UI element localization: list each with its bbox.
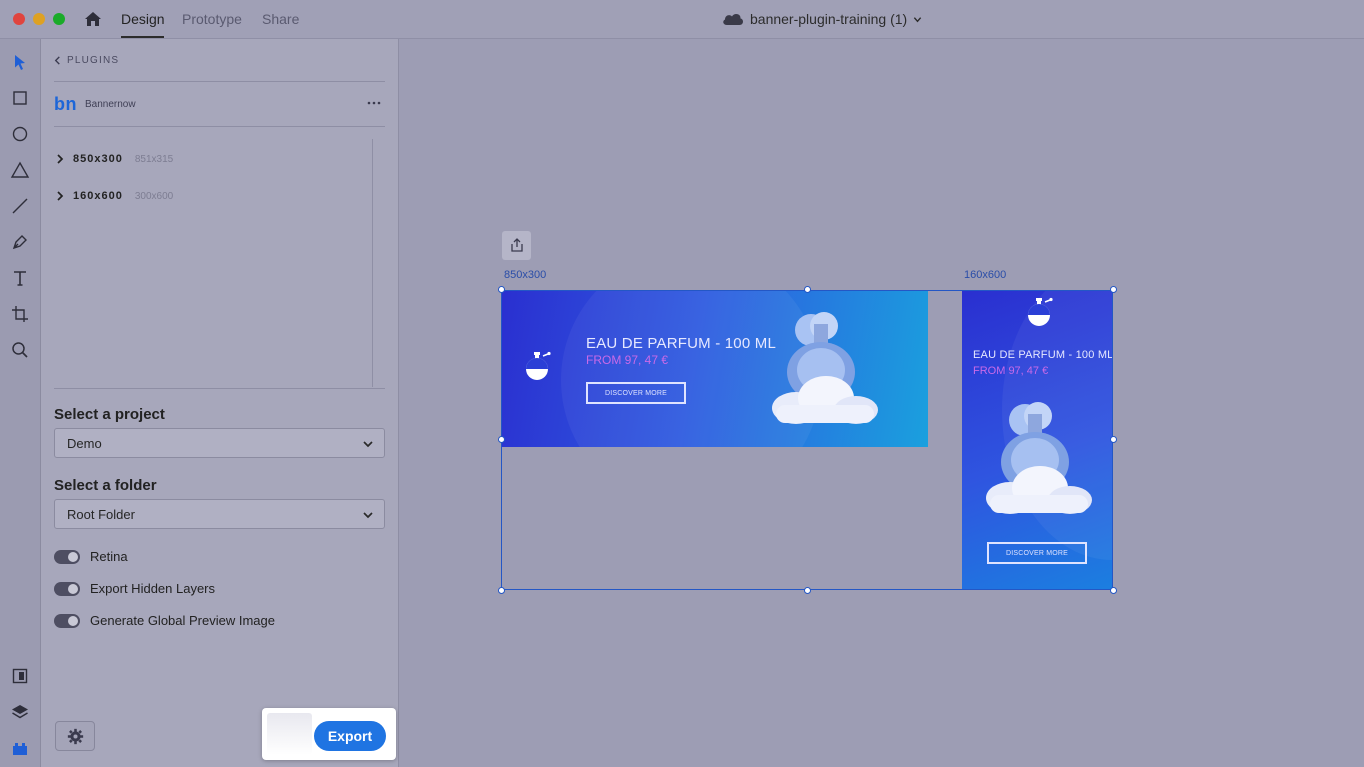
project-label: Select a project (54, 406, 165, 423)
artboard-tool-icon[interactable] (10, 304, 30, 324)
close-window-button[interactable] (13, 13, 25, 25)
rectangle-tool-icon[interactable] (10, 88, 30, 108)
share-artboard-button[interactable] (502, 231, 531, 260)
retina-toggle[interactable] (54, 549, 80, 564)
chevron-down-icon (363, 441, 373, 448)
banner-headline: EAU DE PARFUM - 100 ML (973, 349, 1113, 361)
folder-select[interactable]: Root Folder (54, 499, 385, 529)
export-hidden-layers-label: Export Hidden Layers (90, 581, 216, 596)
plugins-panel-icon[interactable] (10, 738, 30, 758)
title-bar: Design Prototype Share banner-plugin-tra… (0, 0, 1364, 39)
zoom-window-button[interactable] (53, 13, 65, 25)
folder-label: Select a folder (54, 477, 157, 494)
folder-select-value: Root Folder (67, 507, 135, 522)
chevron-down-icon (914, 16, 922, 22)
bannernow-logo: bn (54, 94, 77, 114)
export-highlight: Export (262, 708, 396, 760)
artboard-tree: 850x300 851x315 160x600 300x600 (54, 139, 385, 387)
back-to-plugins-link[interactable]: PLUGINS (54, 55, 119, 66)
export-button[interactable]: Export (314, 721, 386, 751)
layers-panel-icon[interactable] (10, 702, 30, 722)
tools-toolbar (0, 39, 41, 767)
tree-item-name: 850x300 (73, 153, 123, 165)
discover-more-button: DISCOVER MORE (586, 382, 686, 404)
chevron-right-icon (57, 191, 64, 201)
export-hidden-layers-toggle-row[interactable]: Export Hidden Layers (54, 581, 215, 596)
chevron-down-icon (363, 512, 373, 519)
document-title-text: banner-plugin-training (1) (750, 11, 908, 27)
back-label: PLUGINS (67, 55, 120, 66)
line-tool-icon[interactable] (10, 196, 30, 216)
minimize-window-button[interactable] (33, 13, 45, 25)
tab-share[interactable]: Share (262, 11, 299, 27)
project-select[interactable]: Demo (54, 428, 385, 458)
banner-price: FROM 97, 47 € (973, 365, 1049, 377)
project-select-value: Demo (67, 436, 102, 451)
banner-headline: EAU DE PARFUM - 100 ML (586, 335, 776, 352)
fade-overlay (267, 713, 312, 755)
active-tab-indicator (121, 36, 164, 38)
retina-toggle-row[interactable]: Retina (54, 549, 128, 564)
resize-handle[interactable] (1110, 286, 1117, 293)
settings-button[interactable] (55, 721, 95, 751)
plugin-header: bn Bannernow (54, 94, 136, 115)
tab-prototype[interactable]: Prototype (182, 11, 242, 27)
text-tool-icon[interactable] (10, 268, 30, 288)
resize-handle[interactable] (804, 587, 811, 594)
polygon-tool-icon[interactable] (10, 160, 30, 180)
home-icon[interactable] (83, 9, 103, 29)
design-canvas[interactable]: 850x300 160x600 EAU DE PARFUM - 100 ML F… (399, 39, 1364, 767)
assets-panel-icon[interactable] (10, 666, 30, 686)
share-icon (511, 238, 523, 252)
scrollbar-track[interactable] (372, 139, 373, 387)
resize-handle[interactable] (1110, 587, 1117, 594)
tree-item-size: 300x600 (134, 190, 174, 202)
discover-more-button: DISCOVER MORE (987, 542, 1087, 564)
tab-design[interactable]: Design (121, 11, 165, 27)
cloud-icon (723, 14, 744, 25)
global-preview-toggle[interactable] (54, 613, 80, 628)
tree-item[interactable]: 850x300 851x315 (56, 153, 173, 165)
resize-handle[interactable] (1110, 436, 1117, 443)
perfume-bottle-image (986, 402, 1092, 514)
global-preview-toggle-row[interactable]: Generate Global Preview Image (54, 613, 275, 628)
ellipse-tool-icon[interactable] (10, 124, 30, 144)
more-options-icon[interactable] (367, 101, 381, 105)
perfume-logo-icon (1028, 297, 1053, 326)
pen-tool-icon[interactable] (10, 232, 30, 252)
resize-handle[interactable] (498, 436, 505, 443)
chevron-right-icon (57, 154, 64, 164)
retina-label: Retina (90, 549, 128, 564)
artboard-label-160x600[interactable]: 160x600 (964, 269, 1006, 281)
plugin-panel: PLUGINS bn Bannernow 850x300 851x315 160… (41, 39, 399, 767)
chevron-left-icon (54, 56, 60, 65)
tree-item-name: 160x600 (73, 190, 123, 202)
perfume-logo-icon (526, 351, 551, 380)
artboard-label-850x300[interactable]: 850x300 (504, 269, 546, 281)
select-tool-icon[interactable] (10, 52, 30, 72)
gear-icon (67, 728, 84, 745)
document-title[interactable]: banner-plugin-training (1) (722, 10, 922, 28)
tree-item-size: 851x315 (134, 153, 174, 165)
banner-850x300[interactable]: EAU DE PARFUM - 100 ML FROM 97, 47 € DIS… (501, 290, 928, 447)
global-preview-label: Generate Global Preview Image (90, 613, 275, 628)
resize-handle[interactable] (804, 286, 811, 293)
banner-price: FROM 97, 47 € (586, 353, 669, 367)
banner-160x600[interactable]: EAU DE PARFUM - 100 ML FROM 97, 47 € DIS… (962, 290, 1113, 590)
export-hidden-layers-toggle[interactable] (54, 581, 80, 596)
tree-item[interactable]: 160x600 300x600 (56, 190, 173, 202)
resize-handle[interactable] (498, 587, 505, 594)
plugin-name: Bannernow (85, 99, 136, 110)
zoom-tool-icon[interactable] (10, 340, 30, 360)
resize-handle[interactable] (498, 286, 505, 293)
perfume-bottle-image (772, 312, 878, 424)
